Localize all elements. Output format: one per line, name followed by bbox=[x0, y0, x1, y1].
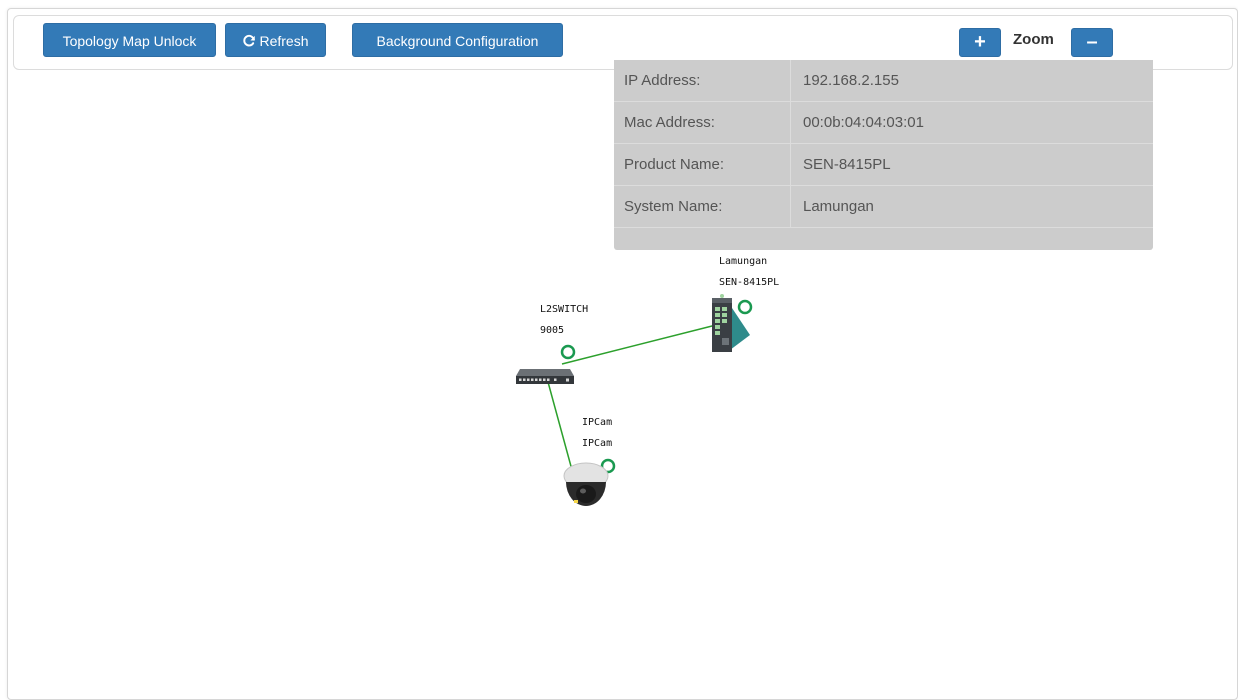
node-name-label: IPCam bbox=[582, 417, 612, 428]
info-row-ip: IP Address: 192.168.2.155 bbox=[614, 60, 1153, 102]
info-label: IP Address: bbox=[624, 72, 701, 89]
background-configuration-button[interactable]: Background Configuration bbox=[352, 23, 563, 57]
refresh-icon bbox=[242, 26, 256, 60]
zoom-label: Zoom bbox=[1013, 31, 1054, 48]
node-name-label: Lamungan bbox=[719, 256, 767, 267]
refresh-label: Refresh bbox=[259, 33, 309, 49]
info-row-product: Product Name: SEN-8415PL bbox=[614, 144, 1153, 186]
info-label: System Name: bbox=[624, 198, 723, 215]
info-divider bbox=[790, 102, 791, 144]
info-divider bbox=[790, 144, 791, 186]
info-label: Product Name: bbox=[624, 156, 725, 173]
device-info-panel: IP Address: 192.168.2.155 Mac Address: 0… bbox=[614, 60, 1153, 250]
refresh-button[interactable]: Refresh bbox=[225, 23, 326, 57]
info-value: 192.168.2.155 bbox=[803, 72, 899, 89]
zoom-out-button[interactable]: – bbox=[1071, 28, 1113, 57]
info-value: 00:0b:04:04:03:01 bbox=[803, 114, 924, 131]
topology-map-unlock-button[interactable]: Topology Map Unlock bbox=[43, 23, 216, 57]
info-divider bbox=[790, 186, 791, 228]
node-name-label: L2SWITCH bbox=[540, 304, 588, 315]
node-model-label: 9005 bbox=[540, 325, 564, 336]
info-divider bbox=[790, 60, 791, 102]
info-row-mac: Mac Address: 00:0b:04:04:03:01 bbox=[614, 102, 1153, 144]
zoom-in-button[interactable]: + bbox=[959, 28, 1001, 57]
info-value: Lamungan bbox=[803, 198, 874, 215]
info-value: SEN-8415PL bbox=[803, 156, 891, 173]
info-row-system: System Name: Lamungan bbox=[614, 186, 1153, 228]
info-label: Mac Address: bbox=[624, 114, 715, 131]
node-model-label: SEN-8415PL bbox=[719, 277, 779, 288]
desktop-switch-icon bbox=[516, 369, 574, 384]
node-model-label: IPCam bbox=[582, 438, 612, 449]
